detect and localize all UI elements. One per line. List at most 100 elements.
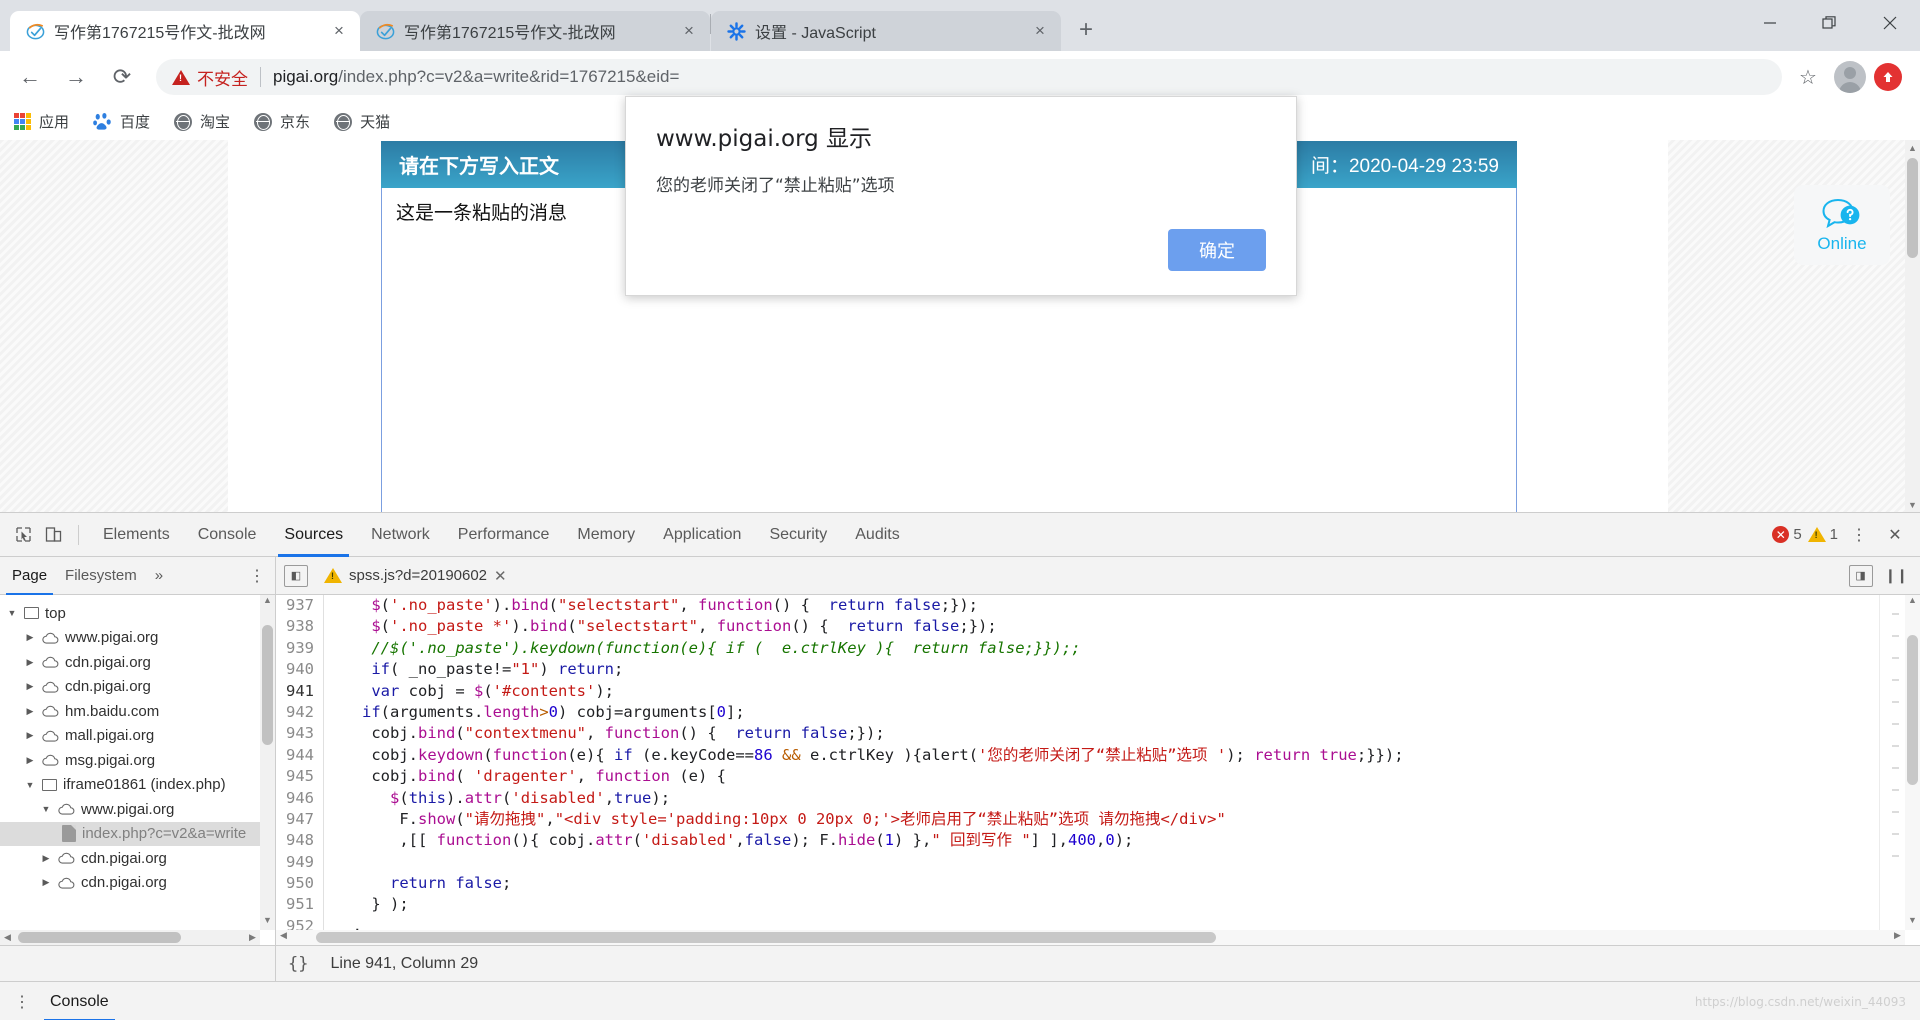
- tree-item-cdn-pigai-1[interactable]: ▶ cdn.pigai.org: [0, 650, 275, 675]
- code-line: 944 cobj.keydown(function(e){ if (e.keyC…: [276, 744, 1920, 767]
- cloud-icon: [58, 877, 75, 889]
- tab-security[interactable]: Security: [755, 513, 841, 557]
- tab-close-button[interactable]: ×: [328, 20, 350, 42]
- inspect-element-button[interactable]: [8, 520, 38, 550]
- tree-item-hm-baidu[interactable]: ▶ hm.baidu.com: [0, 699, 275, 724]
- navigator-horizontal-scrollbar[interactable]: ◀ ▶: [0, 930, 260, 945]
- tree-item-mall-pigai[interactable]: ▶ mall.pigai.org: [0, 724, 275, 749]
- tab-sources[interactable]: Sources: [270, 513, 357, 557]
- new-tab-button[interactable]: +: [1069, 13, 1103, 47]
- nav-tab-more[interactable]: »: [153, 557, 165, 595]
- reload-button[interactable]: ⟳: [102, 57, 142, 97]
- toggle-debugger-button[interactable]: ◨: [1848, 564, 1873, 587]
- tree-item-cdn-pigai-3[interactable]: ▶ cdn.pigai.org: [0, 846, 275, 871]
- scroll-right-arrow[interactable]: ▶: [245, 932, 260, 943]
- chevron-right-icon[interactable]: ▶: [24, 755, 36, 766]
- tab-performance[interactable]: Performance: [444, 513, 564, 557]
- scrollbar-thumb[interactable]: [1907, 158, 1918, 258]
- warning-count-badge[interactable]: 1: [1807, 526, 1838, 543]
- bookmark-jd[interactable]: 京东: [254, 111, 310, 132]
- bookmark-tmall[interactable]: 天猫: [334, 111, 390, 132]
- navigator-vertical-scrollbar[interactable]: ▲ ▼: [260, 595, 275, 930]
- tab-memory[interactable]: Memory: [563, 513, 649, 557]
- editor-file-close[interactable]: ✕: [494, 567, 507, 585]
- scroll-up-arrow[interactable]: ▲: [260, 595, 275, 610]
- address-bar[interactable]: 不安全 pigai.org/index.php?c=v2&a=write&rid…: [156, 59, 1782, 95]
- profile-avatar[interactable]: [1834, 61, 1866, 93]
- scroll-down-arrow[interactable]: ▼: [1905, 915, 1920, 930]
- tree-item-cdn-pigai-2[interactable]: ▶ cdn.pigai.org: [0, 675, 275, 700]
- chevron-right-icon[interactable]: ▶: [40, 877, 52, 888]
- chevron-right-icon[interactable]: ▶: [40, 853, 52, 864]
- devtools-more-button[interactable]: ⋮: [1844, 520, 1874, 550]
- pause-script-button[interactable]: ❙❙: [1885, 567, 1908, 584]
- tree-item-index-php[interactable]: index.php?c=v2&a=write: [0, 821, 275, 846]
- toggle-navigator-button[interactable]: ◧: [284, 564, 308, 587]
- drawer-tab-console[interactable]: Console: [44, 982, 115, 1020]
- toggle-device-toolbar-button[interactable]: [38, 520, 68, 550]
- bookmark-taobao[interactable]: 淘宝: [174, 111, 230, 132]
- chevron-right-icon[interactable]: ▶: [24, 681, 36, 692]
- scroll-down-arrow[interactable]: ▼: [1905, 497, 1920, 512]
- devtools-close-button[interactable]: ✕: [1880, 520, 1910, 550]
- tab-audits[interactable]: Audits: [841, 513, 913, 557]
- scrollbar-thumb[interactable]: [1907, 635, 1918, 785]
- tree-item-cdn-pigai-4[interactable]: ▶ cdn.pigai.org: [0, 871, 275, 896]
- chevron-right-icon[interactable]: ▶: [24, 706, 36, 717]
- close-window-button[interactable]: [1860, 0, 1920, 45]
- browser-tab-3[interactable]: 设置 - JavaScript ×: [711, 11, 1061, 51]
- chevron-right-icon[interactable]: ▶: [24, 730, 36, 741]
- scrollbar-thumb[interactable]: [316, 932, 1216, 943]
- error-count-badge[interactable]: ✕ 5: [1772, 526, 1802, 543]
- browser-tab-2[interactable]: 写作第1767215号作文-批改网 ×: [360, 11, 710, 51]
- security-indicator[interactable]: 不安全: [172, 65, 248, 90]
- line-source: F.show("请勿拖拽","<div style='padding:10px …: [334, 809, 1226, 828]
- tree-item-iframe01861[interactable]: ▼ iframe01861 (index.php): [0, 773, 275, 798]
- bookmark-star-button[interactable]: ☆: [1790, 59, 1826, 95]
- pretty-print-button[interactable]: {}: [288, 954, 308, 974]
- browser-tab-1[interactable]: 写作第1767215号作文-批改网 ×: [10, 11, 360, 51]
- bookmark-baidu[interactable]: 百度: [93, 111, 150, 132]
- online-support-widget[interactable]: Online: [1794, 185, 1890, 265]
- forward-button[interactable]: →: [56, 57, 96, 97]
- editor-vertical-scrollbar[interactable]: ▲ ▼: [1905, 595, 1920, 930]
- editor-minimap[interactable]: [1879, 595, 1905, 930]
- scrollbar-thumb[interactable]: [262, 625, 273, 745]
- extension-icon[interactable]: [1874, 63, 1902, 91]
- tree-item-www-pigai-2[interactable]: ▼ www.pigai.org: [0, 797, 275, 822]
- tree-item-www-pigai-1[interactable]: ▶ www.pigai.org: [0, 626, 275, 651]
- tab-close-button[interactable]: ×: [678, 20, 700, 42]
- back-button[interactable]: ←: [10, 57, 50, 97]
- drawer-more-button[interactable]: ⋮: [14, 992, 30, 1012]
- bookmark-apps[interactable]: 应用: [14, 111, 69, 132]
- scrollbar-thumb[interactable]: [18, 932, 181, 943]
- page-vertical-scrollbar[interactable]: ▲ ▼: [1905, 140, 1920, 512]
- scroll-up-arrow[interactable]: ▲: [1905, 595, 1920, 610]
- tree-item-top[interactable]: ▼ top: [0, 601, 275, 626]
- chevron-right-icon[interactable]: ▶: [24, 657, 36, 668]
- tab-network[interactable]: Network: [357, 513, 444, 557]
- scroll-left-arrow[interactable]: ◀: [276, 930, 291, 945]
- code-editor[interactable]: 937 $('.no_paste').bind("selectstart", f…: [276, 595, 1920, 945]
- nav-tab-filesystem[interactable]: Filesystem: [63, 557, 139, 595]
- scroll-down-arrow[interactable]: ▼: [260, 915, 275, 930]
- tab-console[interactable]: Console: [184, 513, 271, 557]
- tab-close-button[interactable]: ×: [1029, 20, 1051, 42]
- editor-file-tab[interactable]: spss.js?d=20190602 ✕: [314, 561, 517, 591]
- editor-horizontal-scrollbar[interactable]: ◀ ▶: [276, 930, 1905, 945]
- tab-application[interactable]: Application: [649, 513, 755, 557]
- scroll-right-arrow[interactable]: ▶: [1890, 930, 1905, 945]
- chevron-down-icon[interactable]: ▼: [6, 608, 18, 618]
- navigator-more-button[interactable]: ⋮: [249, 566, 265, 586]
- chevron-right-icon[interactable]: ▶: [24, 632, 36, 643]
- minimize-button[interactable]: [1740, 0, 1800, 45]
- tab-elements[interactable]: Elements: [89, 513, 184, 557]
- nav-tab-page[interactable]: Page: [5, 557, 54, 595]
- dialog-ok-button[interactable]: 确定: [1168, 229, 1266, 271]
- chevron-down-icon[interactable]: ▼: [40, 804, 52, 814]
- scroll-left-arrow[interactable]: ◀: [0, 932, 15, 943]
- chevron-down-icon[interactable]: ▼: [24, 780, 36, 790]
- tree-item-msg-pigai[interactable]: ▶ msg.pigai.org: [0, 748, 275, 773]
- maximize-button[interactable]: [1800, 0, 1860, 45]
- scroll-up-arrow[interactable]: ▲: [1905, 140, 1920, 155]
